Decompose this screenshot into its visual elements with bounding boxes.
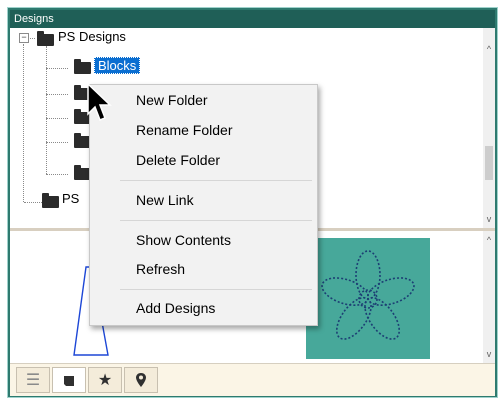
menu-separator — [120, 289, 312, 290]
tab-locations[interactable] — [124, 367, 158, 393]
scroll-thumb[interactable] — [485, 146, 493, 180]
tree-connector — [46, 46, 47, 174]
folder-icon — [74, 59, 91, 74]
tree-connector — [46, 142, 68, 143]
folder-icon — [42, 193, 59, 208]
tab-folder-view[interactable] — [52, 367, 86, 393]
tree-connector — [23, 44, 24, 202]
menu-item-rename-folder[interactable]: Rename Folder — [90, 118, 317, 142]
panel-title: Designs — [10, 10, 495, 28]
tree-connector — [24, 202, 42, 203]
tree-node-ps-second[interactable]: PS — [62, 191, 79, 206]
collapse-toggle[interactable]: − — [19, 33, 29, 43]
scroll-down-arrow[interactable]: v — [483, 212, 495, 226]
folder-icon — [37, 31, 54, 46]
tree-connector — [46, 118, 68, 119]
scroll-up-arrow[interactable]: ^ — [483, 233, 495, 247]
menu-item-new-link[interactable]: New Link — [90, 188, 317, 212]
folder-context-menu: New Folder Rename Folder Delete Folder N… — [89, 84, 318, 326]
menu-item-refresh[interactable]: Refresh — [90, 257, 317, 281]
tree-node-blocks[interactable]: Blocks — [94, 57, 141, 74]
preview-scrollbar[interactable]: ^ v — [483, 231, 495, 363]
menu-item-new-folder[interactable]: New Folder — [90, 88, 317, 112]
location-pin-icon — [136, 373, 146, 387]
tree-connector — [46, 68, 68, 69]
mouse-pointer-icon — [87, 82, 112, 121]
menu-separator — [120, 180, 312, 181]
tab-list-view[interactable]: ☰ — [16, 367, 50, 393]
tree-connector — [46, 174, 68, 175]
list-icon: ☰ — [25, 372, 41, 389]
tree-node-ps-designs[interactable]: PS Designs — [58, 29, 126, 44]
menu-item-show-contents[interactable]: Show Contents — [90, 228, 317, 252]
tab-favorites[interactable]: ★ — [88, 367, 122, 393]
scroll-down-arrow[interactable]: v — [483, 347, 495, 361]
tree-connector — [46, 94, 68, 95]
view-tab-bar: ☰ ★ — [10, 363, 495, 396]
menu-separator — [120, 220, 312, 221]
menu-item-add-designs[interactable]: Add Designs — [90, 296, 317, 320]
folder-icon — [64, 376, 74, 386]
tree-scrollbar[interactable]: ^ v — [483, 28, 495, 228]
menu-item-delete-folder[interactable]: Delete Folder — [90, 148, 317, 172]
star-icon: ★ — [97, 372, 113, 389]
scroll-up-arrow[interactable]: ^ — [483, 42, 495, 56]
